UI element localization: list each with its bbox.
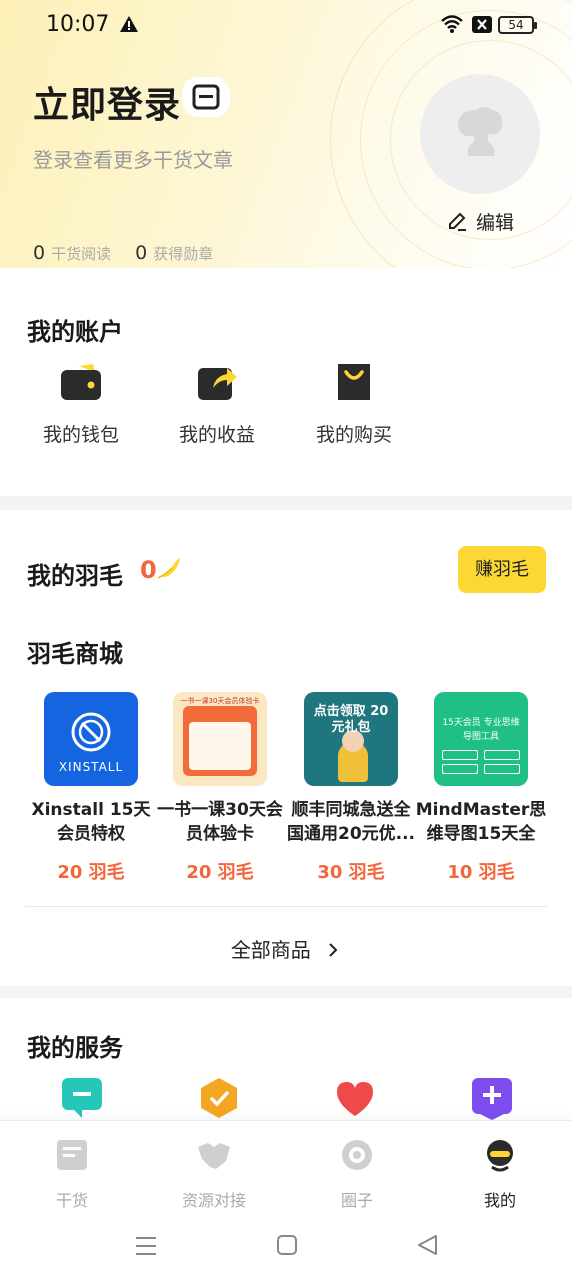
product-thumb-text: 点击领取 20元礼包 xyxy=(313,704,389,735)
default-avatar-icon xyxy=(458,107,503,156)
earnings-icon xyxy=(198,368,237,400)
profile-icon xyxy=(487,1140,513,1172)
feather-icon xyxy=(157,558,180,579)
wallet-item[interactable]: 我的钱包 xyxy=(26,360,136,447)
nav-item-articles[interactable]: 干货 xyxy=(12,1137,132,1211)
earn-feather-button[interactable]: 赚羽毛 xyxy=(458,546,546,593)
nav-label: 干货 xyxy=(55,1191,88,1210)
nav-item-resources[interactable]: 资源对接 xyxy=(154,1137,274,1211)
back-icon[interactable] xyxy=(416,1234,438,1256)
add-service-icon[interactable] xyxy=(470,1076,514,1120)
battery-icon: 54 xyxy=(498,16,537,34)
profile-header: 10:07 54 立即登录 登录查看更多干货文章 编辑 0 干货阅读 0 获得勋… xyxy=(0,0,572,268)
product-card[interactable]: 点击领取 20元礼包 顺丰同城急送全国通用20元优... 30 羽毛 xyxy=(285,692,417,884)
product-name: 顺丰同城急送全国通用20元优... xyxy=(286,800,416,844)
feather-section: 我的羽毛 0 赚羽毛 羽毛商城 XINSTALL Xinstall 15天会员特… xyxy=(0,510,572,986)
product-card[interactable]: 15天会员 专业思维导图工具 MindMaster思维导图15天全平... 10… xyxy=(415,692,547,884)
product-card[interactable]: XINSTALL Xinstall 15天会员特权 20 羽毛 xyxy=(25,692,157,884)
stat-label-reads[interactable]: 干货阅读 xyxy=(51,243,111,264)
services-section: 我的服务 xyxy=(0,998,572,1128)
account-section: 我的账户 我的钱包 我的收益 我的购买 xyxy=(0,268,572,496)
product-price: 20 羽毛 xyxy=(186,862,254,883)
purchases-item[interactable]: 我的购买 xyxy=(299,360,409,447)
verified-icon[interactable] xyxy=(197,1076,241,1120)
product-name: Xinstall 15天会员特权 xyxy=(31,800,151,844)
product-thumbnail: XINSTALL xyxy=(44,692,138,786)
product-thumbnail: 点击领取 20元礼包 xyxy=(304,692,398,786)
feedback-icon[interactable] xyxy=(60,1076,104,1120)
wallet-label: 我的钱包 xyxy=(42,424,119,446)
login-title[interactable]: 立即登录 xyxy=(33,76,181,128)
nav-label: 资源对接 xyxy=(181,1191,246,1210)
account-title: 我的账户 xyxy=(27,318,123,346)
handshake-icon xyxy=(198,1143,230,1169)
nav-label: 圈子 xyxy=(340,1191,373,1210)
stat-label-medals[interactable]: 获得勋章 xyxy=(153,243,213,264)
card-icon xyxy=(192,84,220,110)
edit-label: 编辑 xyxy=(476,212,515,234)
product-thumb-text: XINSTALL xyxy=(58,760,124,774)
product-name: 一书一课30天会员体验卡 xyxy=(157,800,283,844)
product-name: MindMaster思维导图15天全平... xyxy=(415,800,547,844)
nav-label: 我的 xyxy=(483,1191,516,1210)
divider xyxy=(25,906,547,907)
sim-off-icon xyxy=(472,16,492,33)
product-price: 30 羽毛 xyxy=(317,862,385,883)
product-price: 20 羽毛 xyxy=(57,862,125,883)
wifi-icon xyxy=(441,15,463,33)
stat-value-reads: 0 xyxy=(33,242,46,264)
warning-icon xyxy=(120,16,138,32)
bottom-nav: 干货 资源对接 圈子 我的 xyxy=(0,1120,572,1212)
home-icon[interactable] xyxy=(276,1234,298,1256)
system-nav-bar xyxy=(0,1212,572,1280)
pencil-icon xyxy=(449,212,466,231)
services-title: 我的服务 xyxy=(27,1034,123,1062)
product-card[interactable]: 一书一课30天会员体验卡 一书一课30天会员体验卡 20 羽毛 xyxy=(154,692,286,884)
article-icon xyxy=(57,1140,87,1170)
member-card-button[interactable] xyxy=(182,77,230,117)
chevron-right-icon xyxy=(329,943,338,957)
product-thumb-text: 一书一课30天会员体验卡 xyxy=(180,697,260,705)
product-thumbnail: 15天会员 专业思维导图工具 xyxy=(434,692,528,786)
feather-count: 0 xyxy=(140,556,157,584)
product-thumbnail: 一书一课30天会员体验卡 xyxy=(173,692,267,786)
menu-icon[interactable] xyxy=(134,1234,158,1258)
earnings-label: 我的收益 xyxy=(178,424,255,446)
login-subtitle: 登录查看更多干货文章 xyxy=(33,148,233,172)
avatar[interactable] xyxy=(420,74,540,194)
product-price: 10 羽毛 xyxy=(447,862,515,883)
circle-icon xyxy=(342,1140,372,1170)
wallet-icon xyxy=(61,364,101,400)
nav-item-profile[interactable]: 我的 xyxy=(440,1137,560,1211)
all-goods-link[interactable]: 全部商品 xyxy=(0,934,572,963)
mall-title: 羽毛商城 xyxy=(27,640,123,668)
earnings-item[interactable]: 我的收益 xyxy=(162,360,272,447)
edit-button[interactable]: 编辑 xyxy=(446,208,514,235)
heart-icon[interactable] xyxy=(333,1076,377,1120)
stat-value-medals: 0 xyxy=(135,242,148,264)
status-bar: 10:07 54 xyxy=(0,0,572,52)
nav-item-circle[interactable]: 圈子 xyxy=(297,1137,417,1211)
feather-title: 我的羽毛 xyxy=(27,562,123,590)
purchases-label: 我的购买 xyxy=(315,424,392,446)
stats-row: 0 干货阅读 0 获得勋章 xyxy=(33,242,237,264)
shopping-bag-icon xyxy=(338,364,370,400)
status-time: 10:07 xyxy=(46,12,110,37)
all-goods-label: 全部商品 xyxy=(230,938,311,962)
product-thumb-text: 15天会员 专业思维导图工具 xyxy=(442,718,520,742)
